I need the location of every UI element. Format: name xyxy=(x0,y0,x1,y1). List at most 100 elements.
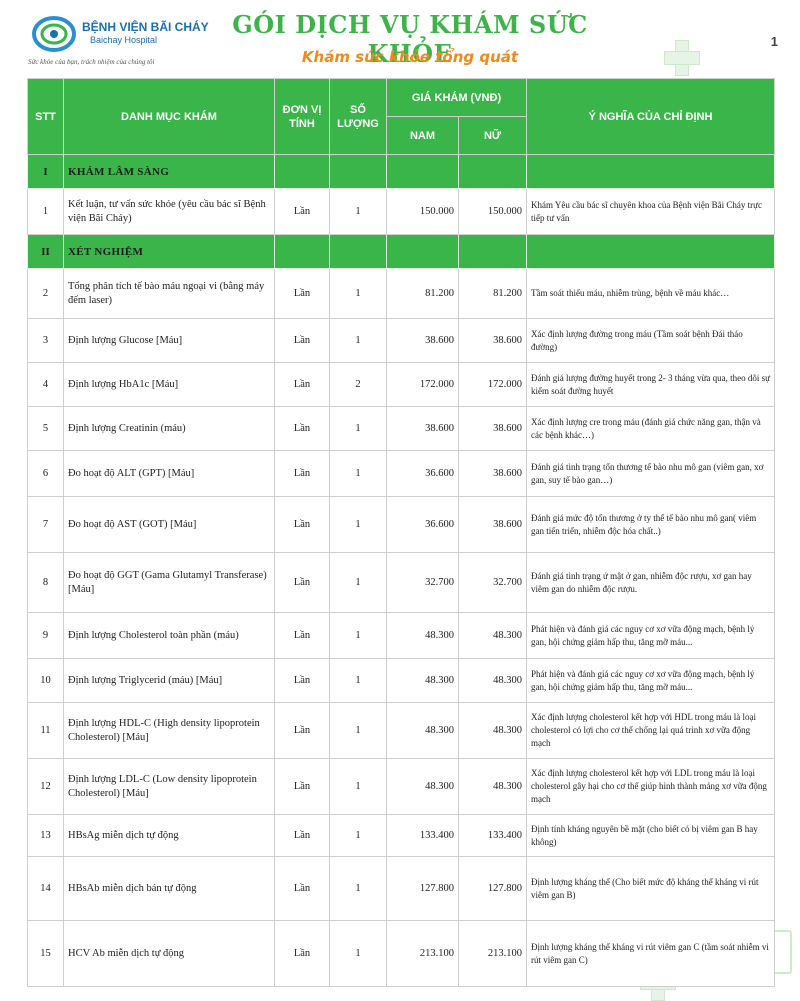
section-row: II XÉT NGHIỆM xyxy=(27,234,775,269)
row-price-female: 38.600 xyxy=(458,496,527,553)
row-price-male: 127.800 xyxy=(386,856,459,921)
row-meaning: Xác định lượng cre trong máu (đánh giá c… xyxy=(526,406,775,451)
table-row: 3 Định lượng Glucose [Máu] Lần 1 38.600 38.60… xyxy=(27,318,775,363)
table-row: 2 Tổng phân tích tế bào máu ngoại vi (bằn… xyxy=(27,268,775,319)
header-price: GIÁ KHÁM (VNĐ) xyxy=(386,78,527,117)
row-price-male: 81.200 xyxy=(386,268,459,319)
row-stt: 10 xyxy=(27,658,64,703)
table-row: 10 Định lượng Triglycerid (máu) [Máu] Lần 1… xyxy=(27,658,775,703)
row-item: Định lượng Glucose [Máu] xyxy=(63,318,275,363)
row-price-female: 150.000 xyxy=(458,188,527,235)
row-meaning: Định tính kháng nguyên bề mặt (cho biết … xyxy=(526,814,775,857)
row-meaning: Khám Yêu cầu bác sĩ chuyên khoa của Bệnh… xyxy=(526,188,775,235)
table-row: 14 HBsAb miễn dịch bán tự động Lần 1 127.800… xyxy=(27,856,775,921)
row-unit: Lần xyxy=(274,450,330,497)
row-stt: 7 xyxy=(27,496,64,553)
row-price-female: 172.000 xyxy=(458,362,527,407)
page-number: 1 xyxy=(770,34,778,49)
row-unit: Lần xyxy=(274,856,330,921)
header-meaning: Ý NGHĨA CỦA CHỈ ĐỊNH xyxy=(526,78,775,155)
row-quantity: 1 xyxy=(329,552,387,613)
row-price-male: 48.300 xyxy=(386,702,459,759)
row-price-female: 38.600 xyxy=(458,318,527,363)
row-unit: Lần xyxy=(274,268,330,319)
row-quantity: 1 xyxy=(329,450,387,497)
row-stt: 2 xyxy=(27,268,64,319)
row-meaning: Đánh giá lượng đường huyết trong 2- 3 th… xyxy=(526,362,775,407)
row-quantity: 1 xyxy=(329,496,387,553)
row-quantity: 1 xyxy=(329,658,387,703)
logo-slogan: Sức khỏe của bạn, trách nhiệm của chúng … xyxy=(28,58,155,66)
row-unit: Lần xyxy=(274,552,330,613)
row-unit: Lần xyxy=(274,658,330,703)
row-stt: 6 xyxy=(27,450,64,497)
section-number: II xyxy=(27,234,64,269)
row-item: Định lượng Triglycerid (máu) [Máu] xyxy=(63,658,275,703)
section-empty-cell xyxy=(274,154,330,189)
section-empty-cell xyxy=(386,234,459,269)
section-empty-cell xyxy=(274,234,330,269)
row-quantity: 1 xyxy=(329,702,387,759)
row-unit: Lần xyxy=(274,920,330,987)
header-female: NỮ xyxy=(458,116,527,155)
row-quantity: 1 xyxy=(329,406,387,451)
row-price-male: 32.700 xyxy=(386,552,459,613)
table-row: 7 Đo hoạt độ AST (GOT) [Máu] Lần 1 36.600 38.… xyxy=(27,496,775,553)
row-quantity: 1 xyxy=(329,268,387,319)
section-empty-cell xyxy=(386,154,459,189)
hospital-logo: BỆNH VIỆN BÃI CHÁY Baichay Hospital Sức … xyxy=(28,12,228,72)
row-unit: Lần xyxy=(274,188,330,235)
row-item: Kết luận, tư vấn sức khỏe (yêu cầu bác s… xyxy=(63,188,275,235)
logo-emblem-icon xyxy=(32,16,76,52)
row-meaning: Phát hiện và đánh giá các nguy cơ xơ vữa… xyxy=(526,658,775,703)
row-item: Tổng phân tích tế bào máu ngoại vi (bằng… xyxy=(63,268,275,319)
row-price-male: 36.600 xyxy=(386,450,459,497)
row-meaning: Định lượng kháng thể (Cho biết mức độ kh… xyxy=(526,856,775,921)
row-stt: 8 xyxy=(27,552,64,613)
row-item: Đo hoạt độ AST (GOT) [Máu] xyxy=(63,496,275,553)
row-item: Đo hoạt độ ALT (GPT) [Máu] xyxy=(63,450,275,497)
section-empty-cell xyxy=(526,234,775,269)
row-stt: 3 xyxy=(27,318,64,363)
row-meaning: Xác định lượng đường trong máu (Tầm soát… xyxy=(526,318,775,363)
row-meaning: Định lượng kháng thể kháng vi rút viêm g… xyxy=(526,920,775,987)
row-item: Định lượng Cholesterol toàn phần (máu) xyxy=(63,612,275,659)
row-item: Định lượng HDL-C (High density lipoprote… xyxy=(63,702,275,759)
table-row: 9 Định lượng Cholesterol toàn phần (máu) L… xyxy=(27,612,775,659)
decorative-cross-icon xyxy=(664,40,700,76)
row-stt: 14 xyxy=(27,856,64,921)
row-unit: Lần xyxy=(274,496,330,553)
row-unit: Lần xyxy=(274,612,330,659)
row-item: Định lượng HbA1c [Máu] xyxy=(63,362,275,407)
row-price-female: 32.700 xyxy=(458,552,527,613)
row-price-female: 48.300 xyxy=(458,612,527,659)
header-quantity: SỐ LƯỢNG xyxy=(329,78,387,155)
row-item: HCV Ab miễn dịch tự động xyxy=(63,920,275,987)
row-quantity: 1 xyxy=(329,318,387,363)
row-price-male: 172.000 xyxy=(386,362,459,407)
row-quantity: 1 xyxy=(329,856,387,921)
row-stt: 5 xyxy=(27,406,64,451)
row-price-female: 133.400 xyxy=(458,814,527,857)
row-unit: Lần xyxy=(274,814,330,857)
row-price-female: 38.600 xyxy=(458,406,527,451)
row-price-female: 48.300 xyxy=(458,758,527,815)
table-row: 5 Định lượng Creatinin (máu) Lần 1 38.600 38.… xyxy=(27,406,775,451)
row-item: Định lượng LDL-C (Low density lipoprotei… xyxy=(63,758,275,815)
row-quantity: 1 xyxy=(329,920,387,987)
logo-subtitle: Baichay Hospital xyxy=(90,35,158,45)
row-price-female: 48.300 xyxy=(458,702,527,759)
row-unit: Lần xyxy=(274,318,330,363)
row-quantity: 1 xyxy=(329,758,387,815)
row-price-female: 38.600 xyxy=(458,450,527,497)
table-row: 4 Định lượng HbA1c [Máu] Lần 2 172.000 172.00… xyxy=(27,362,775,407)
row-unit: Lần xyxy=(274,406,330,451)
row-stt: 13 xyxy=(27,814,64,857)
row-unit: Lần xyxy=(274,758,330,815)
row-price-male: 48.300 xyxy=(386,612,459,659)
row-stt: 1 xyxy=(27,188,64,235)
row-meaning: Đánh giá tình trạng tổn thương tế bào nh… xyxy=(526,450,775,497)
row-stt: 12 xyxy=(27,758,64,815)
row-meaning: Xác định lượng cholesterol kết hợp với L… xyxy=(526,758,775,815)
table-row: 13 HBsAg miễn dịch tự động Lần 1 133.400 133.… xyxy=(27,814,775,857)
